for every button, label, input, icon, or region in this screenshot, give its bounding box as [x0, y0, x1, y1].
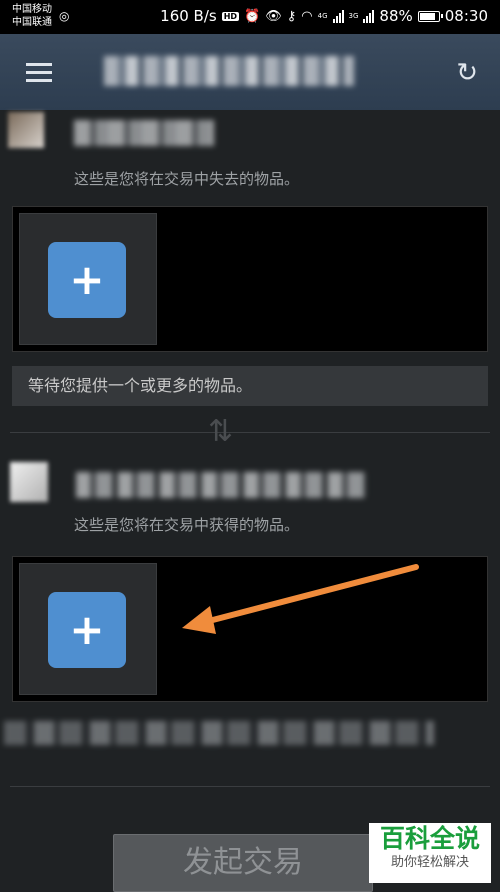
annotation-arrow-icon — [182, 564, 419, 634]
watermark-subtitle: 助你轻松解决 — [390, 855, 469, 870]
watermark-title: 百科全说 — [379, 824, 480, 853]
watermark-logo: 百科全说 助你轻松解决 — [369, 823, 491, 883]
